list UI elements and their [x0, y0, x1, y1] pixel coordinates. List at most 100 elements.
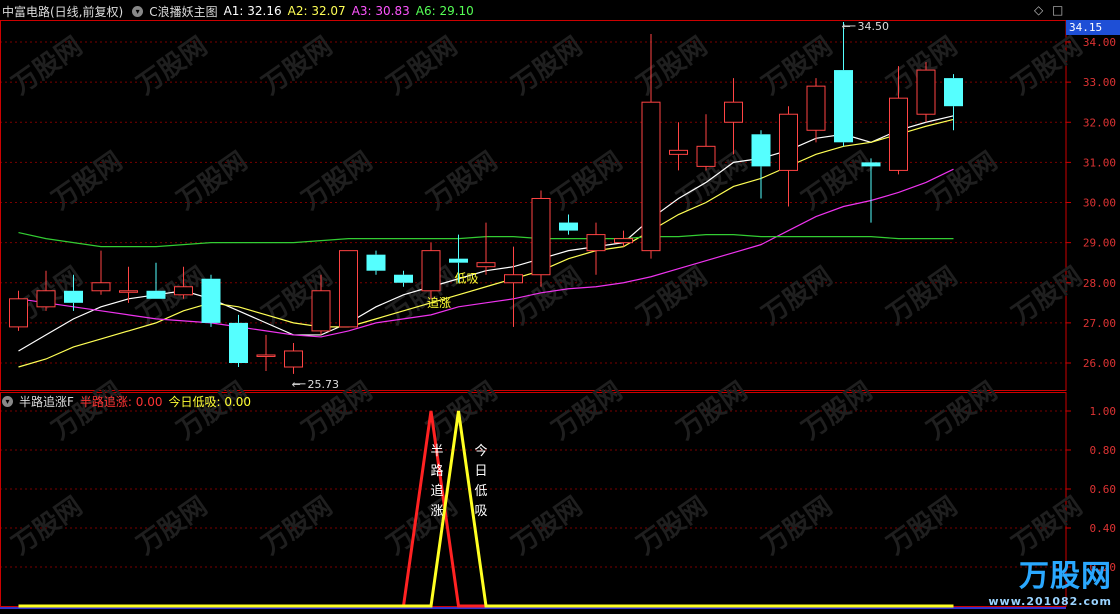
candle-body-up	[504, 274, 523, 284]
watermark-glyph: 万股网	[132, 31, 213, 100]
watermark-glyph: 万股网	[297, 146, 378, 215]
signal-vertical-label: 吸	[474, 504, 487, 519]
candle-body-down	[861, 162, 881, 167]
candle-body-up	[284, 350, 303, 368]
watermark-glyph: 万股网	[757, 31, 838, 100]
candle-body-down	[201, 278, 221, 323]
candle-body-up	[9, 298, 28, 328]
candle-body-up	[119, 290, 138, 293]
current-price-value: 34.15	[1069, 21, 1103, 34]
signal-tick-label: 0.80	[1090, 444, 1117, 457]
high-marker-arrow: ←	[842, 20, 851, 33]
price-tick-label: 31.00	[1083, 156, 1116, 169]
candle-body-up	[36, 290, 56, 308]
candle-body-up	[311, 290, 331, 332]
sub-formula-label[interactable]: 半路追涨F	[19, 393, 74, 410]
watermark-glyph: 万股网	[632, 31, 713, 100]
watermark-glyph: 万股网	[1007, 31, 1088, 100]
watermark-glyph: 万股网	[47, 146, 128, 215]
candle-body-up	[669, 149, 688, 155]
current-price-tag: 34.15	[1066, 20, 1120, 35]
watermark-glyph: 万股网	[507, 31, 588, 100]
high-price-label: 34.50	[858, 20, 890, 33]
watermark-glyph: 万股网	[882, 261, 963, 330]
candle-body-down	[559, 222, 578, 231]
watermark-glyph: 万股网	[7, 31, 88, 100]
maximize-icon[interactable]: □	[1052, 3, 1063, 17]
candle-body-up	[476, 262, 496, 268]
indicator-a2: A2: 32.07	[287, 4, 346, 18]
chevron-down-icon[interactable]: ▾	[2, 395, 13, 407]
candle-body-down	[751, 134, 771, 167]
candle-body-down	[366, 254, 386, 271]
watermark-glyph: 万股网	[172, 146, 253, 215]
brand-watermark: 万股网 www.201082.com	[988, 551, 1112, 608]
watermark-glyph: 万股网	[882, 491, 963, 560]
sub-panel-frame	[0, 392, 1067, 607]
candle-body-up	[421, 250, 441, 292]
indicator-a3: A3: 30.83	[351, 4, 410, 18]
signal-vertical-label: 追	[430, 483, 443, 499]
watermark-glyph: 万股网	[257, 491, 338, 560]
price-tick-label: 26.00	[1083, 357, 1116, 370]
candle-body-up	[339, 250, 358, 328]
watermark-glyph: 万股网	[632, 491, 713, 560]
signal-tick-label: 0.40	[1090, 522, 1117, 535]
signal-axis: 1.000.800.600.400.20	[1066, 405, 1116, 574]
price-tick-label: 29.00	[1083, 237, 1116, 250]
formula-label[interactable]: C浪播妖主图	[149, 3, 217, 20]
candle-body-up	[889, 97, 908, 171]
candle-body-up	[91, 282, 111, 292]
candle-body-down	[834, 70, 853, 143]
price-tick-label: 33.00	[1083, 76, 1116, 89]
candle-body-down	[146, 290, 166, 299]
watermark-glyph: 万股网	[132, 491, 213, 560]
candle-body-up	[696, 145, 716, 167]
signal-vertical-label: 涨	[430, 504, 443, 519]
candle-body-up	[256, 354, 276, 357]
brand-url: www.201082.com	[988, 595, 1112, 608]
sub-panel-header: ▾ 半路追涨F 半路追涨: 0.00 今日低吸: 0.00	[0, 391, 1066, 411]
low-price-label: 25.73	[308, 378, 340, 391]
candle-body-down	[394, 274, 413, 283]
candle-body-up	[641, 101, 661, 252]
watermark-glyph: 万股网	[7, 491, 88, 560]
price-tick-label: 27.00	[1083, 317, 1116, 330]
candle-body-up	[586, 234, 606, 252]
candle-body-up	[779, 113, 798, 171]
candle-body-down	[229, 322, 248, 363]
candle-body-down	[64, 290, 83, 303]
watermark-glyph: 万股网	[422, 146, 503, 215]
candle-body-up	[916, 69, 936, 115]
watermark-glyph: 万股网	[547, 146, 628, 215]
signal-vertical-label: 今	[474, 443, 487, 459]
signal-annotations: 半路追涨 今日低吸	[430, 443, 487, 519]
price-tick-label: 30.00	[1083, 197, 1116, 210]
stock-chart-canvas: 万股网 万股网 万股网 万股网 万股网 万股网 万股网 万股网 万股网万股网 万股网 万股网 万股网万…	[0, 20, 1116, 609]
watermark-glyph: 万股网	[1007, 261, 1088, 330]
indicator-a6: A6: 29.10	[415, 4, 474, 18]
signal-vertical-label: 日	[474, 464, 487, 479]
candle-body-up	[806, 85, 826, 131]
chevron-down-icon[interactable]: ▾	[132, 5, 144, 17]
signal-tick-label: 0.60	[1090, 483, 1117, 496]
price-tick-label: 34.00	[1083, 36, 1116, 49]
candle-body-down	[944, 78, 963, 107]
signal-vertical-label: 路	[430, 463, 443, 479]
signal-vertical-label: 低	[474, 484, 487, 499]
low-marker-arrow: ←	[292, 378, 301, 391]
signal-marker-label: 追涨	[427, 295, 451, 310]
watermark-glyph: 万股网	[757, 491, 838, 560]
main-panel-header: 中富电路(日线,前复权) ▾ C浪播妖主图 A1: 32.16 A2: 32.0…	[0, 1, 1066, 21]
candle-body-down	[449, 258, 468, 263]
indicator-banlu: 半路追涨: 0.00	[79, 394, 163, 409]
diamond-icon[interactable]: ◇	[1034, 3, 1043, 17]
price-tick-label: 32.00	[1083, 116, 1116, 129]
watermark-glyph: 万股网	[382, 31, 463, 100]
stock-label[interactable]: 中富电路(日线,前复权)	[0, 3, 123, 20]
signal-vertical-label: 半	[430, 444, 443, 459]
watermark-glyph: 万股网	[507, 491, 588, 560]
brand-name: 万股网	[1019, 559, 1112, 594]
signal-tick-label: 1.00	[1090, 405, 1117, 418]
watermark-glyph: 万股网	[922, 146, 1003, 215]
